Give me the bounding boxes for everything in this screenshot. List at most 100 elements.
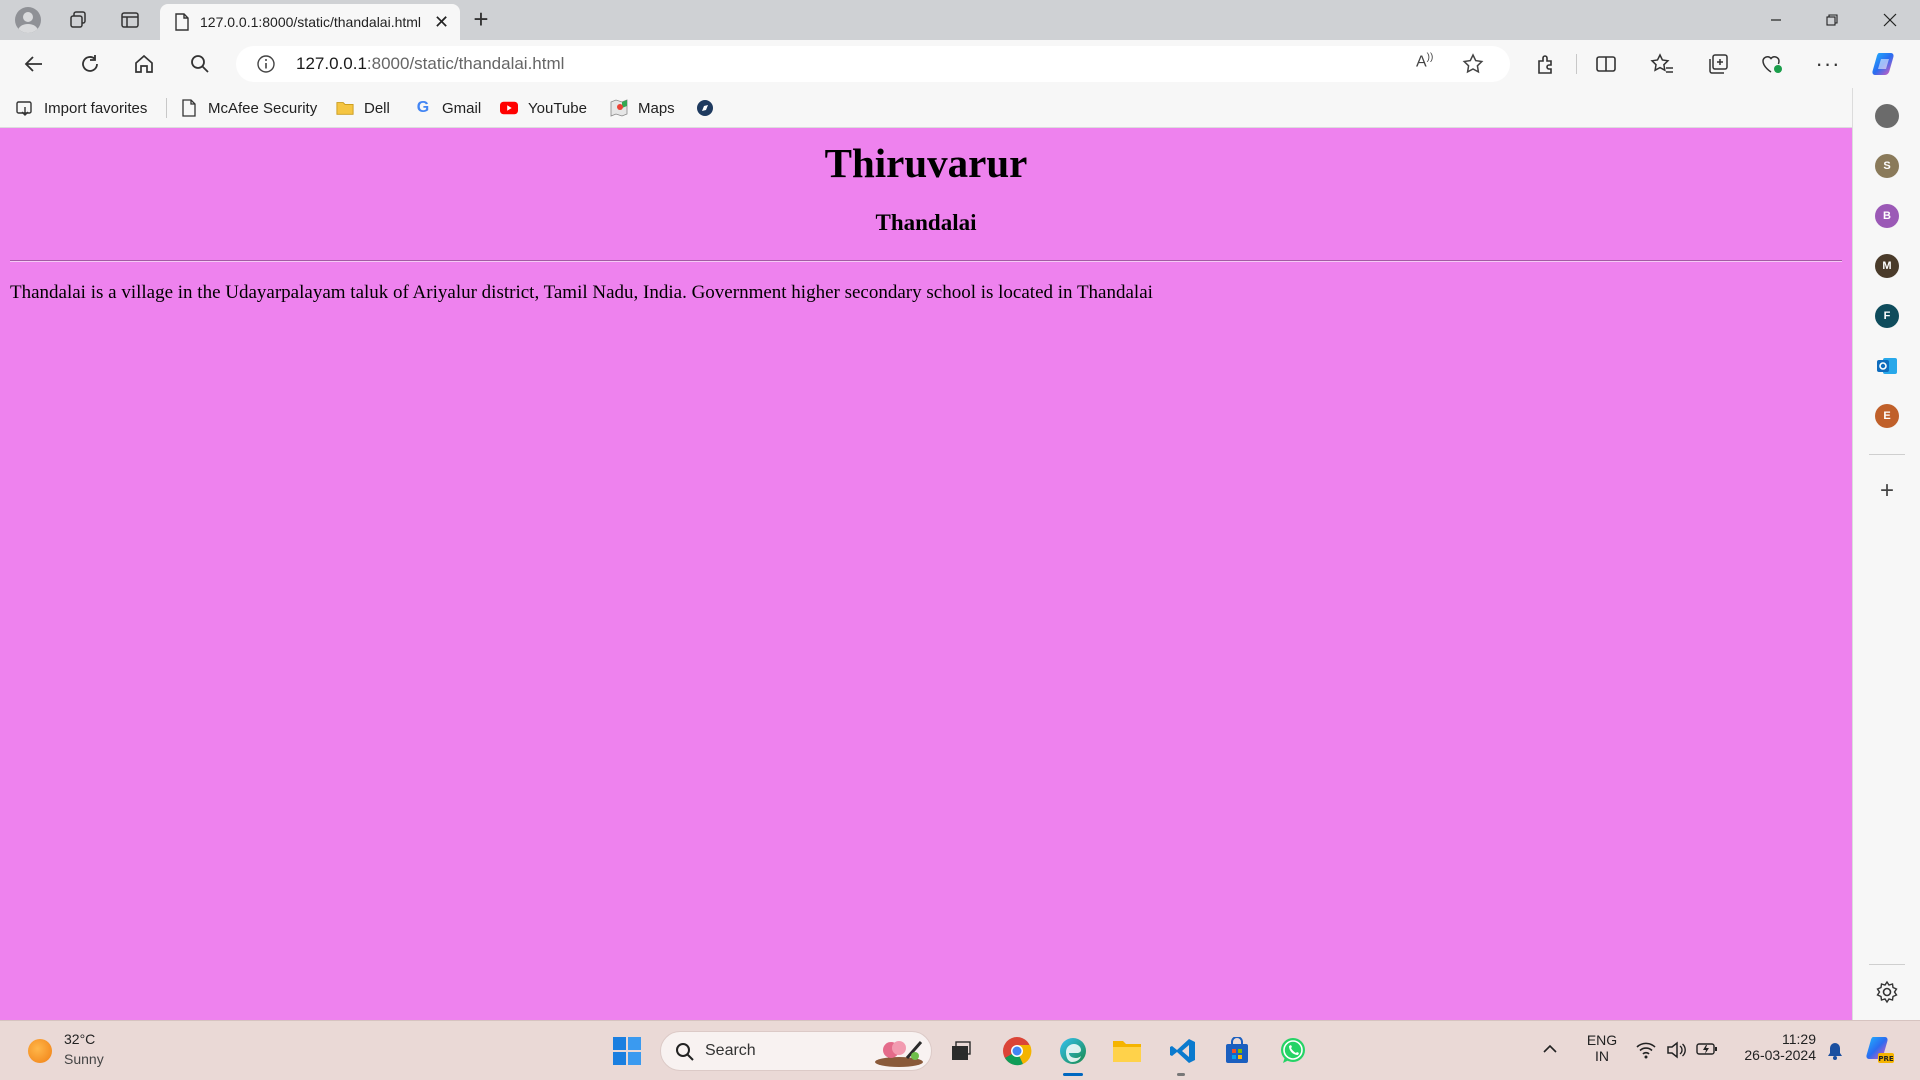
fav-dell[interactable]: Dell bbox=[336, 96, 390, 120]
copilot-button[interactable] bbox=[1868, 48, 1900, 80]
fav-label: Gmail bbox=[442, 99, 482, 117]
toolbar-divider bbox=[1576, 54, 1577, 74]
fav-extra-site[interactable] bbox=[696, 96, 724, 120]
chrome-app-button[interactable] bbox=[1000, 1034, 1034, 1068]
plus-icon: + bbox=[1879, 477, 1894, 504]
sun-icon bbox=[28, 1039, 52, 1063]
settings-more-button[interactable]: ··· bbox=[1812, 48, 1844, 80]
extensions-icon bbox=[1538, 55, 1552, 74]
sidebar-app-outlook[interactable] bbox=[1875, 354, 1899, 378]
favorites-separator bbox=[166, 98, 167, 118]
copilot-taskbar-button[interactable]: PRE bbox=[1864, 1035, 1896, 1069]
page-heading: Thiruvarur bbox=[824, 140, 1028, 186]
close-window-button[interactable] bbox=[1862, 0, 1918, 40]
tab-active[interactable]: 127.0.0.1:8000/static/thandalai.html ✕ bbox=[160, 4, 460, 40]
browser-essentials-button[interactable] bbox=[1756, 48, 1788, 80]
fav-import-favorites[interactable]: Import favorites bbox=[16, 96, 147, 120]
site-info-icon[interactable] bbox=[256, 54, 276, 74]
language-indicator[interactable]: ENG IN bbox=[1582, 1032, 1622, 1064]
fav-label: McAfee Security bbox=[208, 99, 318, 117]
restore-button[interactable] bbox=[1804, 0, 1860, 40]
split-screen-button[interactable] bbox=[1590, 48, 1622, 80]
language-code: ENG bbox=[1586, 1032, 1618, 1048]
extensions-button[interactable] bbox=[1530, 48, 1562, 80]
windows-logo-icon bbox=[613, 1037, 641, 1065]
tab-actions-button[interactable] bbox=[114, 4, 146, 36]
windows-taskbar: 32°C Sunny Search ENG IN 11:29 26-03-202… bbox=[0, 1020, 1920, 1080]
minimize-button[interactable] bbox=[1748, 0, 1804, 40]
sidebar-app-f[interactable]: F bbox=[1875, 304, 1899, 328]
workspaces-button[interactable] bbox=[62, 4, 94, 36]
home-icon bbox=[135, 54, 153, 73]
tab-close-icon[interactable]: ✕ bbox=[434, 12, 449, 33]
fav-maps[interactable]: Maps bbox=[610, 96, 675, 120]
bell-icon bbox=[1828, 1043, 1842, 1060]
favorites-list-icon bbox=[1650, 53, 1673, 73]
search-highlight-icon bbox=[875, 1041, 923, 1067]
battery-charging-icon bbox=[1696, 1043, 1717, 1055]
collections-icon bbox=[1709, 54, 1728, 74]
fav-label: Import favorites bbox=[44, 99, 148, 117]
vscode-running-indicator bbox=[1177, 1073, 1185, 1076]
new-tab-button[interactable]: + bbox=[466, 5, 496, 35]
home-button[interactable] bbox=[128, 48, 160, 80]
more-dots-icon: ··· bbox=[1815, 51, 1841, 76]
web-page-content: Thiruvarur Thandalai Thandalai is a vill… bbox=[0, 128, 1852, 1020]
favorite-star-icon[interactable] bbox=[1462, 53, 1484, 75]
volume-button[interactable] bbox=[1666, 1041, 1686, 1063]
vertical-tabs-icon bbox=[121, 12, 139, 28]
start-button[interactable] bbox=[610, 1034, 644, 1068]
sidebar-app-circle[interactable] bbox=[1875, 104, 1899, 128]
battery-button[interactable] bbox=[1696, 1041, 1718, 1061]
show-hidden-icons-button[interactable] bbox=[1542, 1041, 1558, 1058]
sidebar-app-m[interactable]: M bbox=[1875, 254, 1899, 278]
title-bar: 127.0.0.1:8000/static/thandalai.html ✕ + bbox=[0, 0, 1920, 40]
url-text[interactable]: 127.0.0.1:8000/static/thandalai.html bbox=[296, 54, 564, 74]
sidebar-app-s[interactable]: S bbox=[1875, 154, 1899, 178]
sidebar-app-letter: B bbox=[1883, 210, 1891, 222]
edge-icon bbox=[1060, 1038, 1086, 1064]
edge-sidebar: S B M F E + bbox=[1852, 88, 1920, 1020]
vscode-icon bbox=[1170, 1039, 1195, 1063]
favorites-button[interactable] bbox=[1646, 48, 1678, 80]
compass-icon bbox=[696, 99, 714, 117]
file-explorer-button[interactable] bbox=[1110, 1034, 1144, 1068]
folder-icon bbox=[1113, 1041, 1141, 1062]
outlook-icon bbox=[1877, 358, 1897, 374]
fav-gmail[interactable]: G Gmail bbox=[414, 96, 481, 120]
refresh-button[interactable] bbox=[74, 48, 106, 80]
store-app-button[interactable] bbox=[1220, 1034, 1254, 1068]
task-view-icon bbox=[952, 1041, 971, 1060]
profile-button[interactable] bbox=[12, 4, 44, 36]
split-screen-icon bbox=[1596, 56, 1616, 72]
vscode-app-button[interactable] bbox=[1166, 1034, 1200, 1068]
collections-button[interactable] bbox=[1702, 48, 1734, 80]
notifications-button[interactable] bbox=[1826, 1041, 1844, 1065]
fav-mcafee-security[interactable]: McAfee Security bbox=[180, 96, 317, 120]
maps-icon bbox=[610, 99, 628, 117]
sidebar-app-letter: F bbox=[1883, 310, 1891, 322]
task-view-button[interactable] bbox=[944, 1034, 978, 1068]
browser-essentials-icon bbox=[1762, 56, 1782, 73]
search-web-button[interactable] bbox=[184, 48, 216, 80]
search-icon bbox=[191, 55, 209, 73]
svg-text:PRE: PRE bbox=[1878, 1055, 1894, 1063]
sidebar-app-b[interactable]: B bbox=[1875, 204, 1899, 228]
whatsapp-app-button[interactable] bbox=[1276, 1034, 1310, 1068]
fav-youtube[interactable]: YouTube bbox=[500, 96, 587, 120]
taskbar-search-box[interactable]: Search bbox=[660, 1031, 932, 1071]
page-subheading: Thandalai bbox=[875, 210, 977, 235]
refresh-icon bbox=[82, 55, 98, 72]
clock[interactable]: 11:29 26-03-2024 bbox=[1736, 1031, 1816, 1063]
read-aloud-icon[interactable]: A)) bbox=[1416, 52, 1433, 71]
edge-app-button[interactable] bbox=[1056, 1034, 1090, 1068]
minimize-icon bbox=[1771, 19, 1781, 21]
clock-date: 26-03-2024 bbox=[1744, 1047, 1816, 1063]
back-button[interactable] bbox=[18, 48, 50, 80]
address-bar[interactable]: 127.0.0.1:8000/static/thandalai.html A)) bbox=[236, 46, 1510, 82]
network-button[interactable] bbox=[1636, 1041, 1656, 1063]
sidebar-add-button[interactable]: + bbox=[1875, 477, 1899, 504]
sidebar-settings-button[interactable] bbox=[1873, 978, 1901, 1006]
url-path: :8000/static/thandalai.html bbox=[366, 54, 565, 73]
sidebar-app-e[interactable]: E bbox=[1875, 404, 1899, 428]
